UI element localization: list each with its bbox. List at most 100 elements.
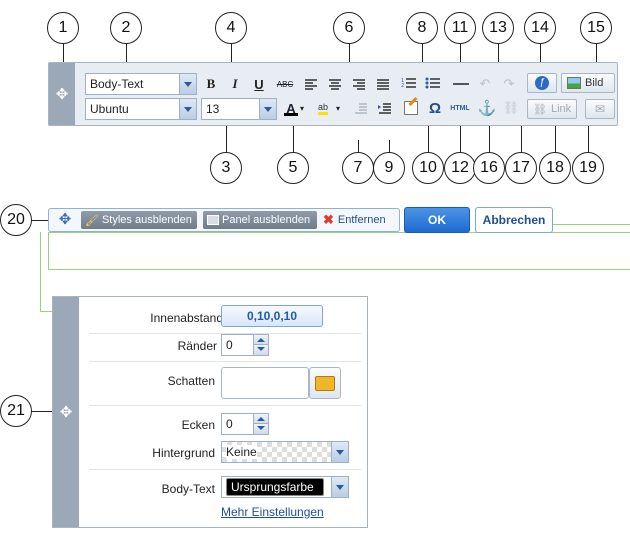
callout-5: 5 — [277, 152, 309, 184]
cancel-button[interactable]: Abbrechen — [475, 207, 553, 233]
align-justify-icon[interactable] — [373, 74, 393, 94]
callout-13: 13 — [482, 12, 514, 44]
corners-label: Ecken — [181, 418, 215, 432]
close-icon: ✖ — [323, 212, 334, 227]
move-icon[interactable]: ✥ — [55, 211, 75, 229]
flash-button[interactable]: ƒ — [527, 73, 557, 93]
chevron-down-icon — [179, 99, 196, 119]
hide-styles-label: Styles ausblenden — [101, 214, 192, 226]
bold-button[interactable]: B — [201, 74, 221, 94]
callout-7: 7 — [342, 152, 374, 184]
callout-16: 16 — [473, 152, 505, 184]
folder-button[interactable] — [309, 367, 341, 399]
move-icon[interactable]: ✥ — [49, 63, 75, 125]
callout-9: 9 — [373, 152, 405, 184]
highlight-icon: ab — [317, 102, 328, 115]
hide-styles-button[interactable]: 🖌 Styles ausblenden — [81, 211, 197, 229]
spin-down-icon[interactable] — [253, 344, 268, 355]
underline-button[interactable]: U — [249, 74, 269, 94]
link-icon: ⛓ — [533, 103, 547, 116]
unlink-icon[interactable]: ⛓ — [501, 98, 521, 118]
callout-21: 21 — [0, 395, 32, 427]
style-panel: ✥ Innenabstand 0,10,0,10 Ränder 0 Schatt… — [52, 296, 368, 528]
callout-15: 15 — [580, 12, 612, 44]
image-icon — [567, 77, 581, 89]
font-family-select[interactable]: Ubuntu — [85, 98, 197, 120]
more-settings-link[interactable]: Mehr Einstellungen — [221, 505, 324, 519]
callout-18: 18 — [539, 152, 571, 184]
undo-icon[interactable]: ↶ — [475, 74, 495, 94]
outdent-icon[interactable] — [351, 98, 371, 118]
italic-button[interactable]: I — [225, 74, 245, 94]
chevron-down-icon — [331, 477, 348, 497]
background-label: Hintergrund — [152, 446, 215, 460]
bodytext-color-value: Ursprungsfarbe — [226, 478, 324, 496]
spin-down-icon[interactable] — [253, 423, 268, 434]
background-value: Keine — [226, 445, 257, 459]
anchor-icon[interactable]: ⚓ — [477, 98, 497, 118]
envelope-icon: ✉ — [594, 102, 606, 116]
panel-icon — [207, 215, 219, 225]
font-family-value: Ubuntu — [90, 102, 129, 116]
action-bar: ✥ 🖌 Styles ausblenden Panel ausblenden ✖… — [48, 208, 400, 232]
callout-8: 8 — [406, 12, 438, 44]
ok-button[interactable]: OK — [404, 207, 470, 233]
remove-button[interactable]: ✖ Entfernen — [323, 211, 386, 229]
hide-panel-label: Panel ausblenden — [222, 214, 311, 226]
callout-4: 4 — [215, 12, 247, 44]
folder-icon — [315, 375, 335, 391]
bodytext-label: Body-Text — [161, 482, 215, 496]
text-color-dropdown-icon[interactable]: ▾ — [297, 98, 307, 118]
svg-text:2: 2 — [401, 83, 404, 89]
image-button[interactable]: Bild — [561, 73, 615, 93]
html-button[interactable]: HTML — [447, 98, 473, 118]
highlight-color-button[interactable]: ab — [313, 98, 333, 118]
paragraph-style-select[interactable]: Body-Text — [85, 73, 197, 95]
corners-stepper[interactable]: 0 — [221, 413, 269, 435]
strikethrough-button[interactable]: ABC — [275, 74, 295, 94]
bodytext-color-select[interactable]: Ursprungsfarbe — [221, 476, 349, 498]
callout-17: 17 — [505, 152, 537, 184]
text-color-swatch — [284, 112, 298, 116]
shadow-label: Schatten — [167, 374, 215, 388]
borders-label: Ränder — [177, 339, 217, 353]
font-size-select[interactable]: 13 — [201, 98, 277, 120]
callout-20: 20 — [0, 204, 32, 236]
callout-2: 2 — [110, 12, 142, 44]
callout-1: 1 — [47, 12, 79, 44]
horizontal-rule-icon[interactable] — [451, 74, 471, 94]
indent-icon[interactable] — [375, 98, 395, 118]
editor-toolbar: ✥ Body-Text Ubuntu B I U ABC 12 ↶ ↷ ƒ Bi… — [48, 62, 618, 126]
email-button[interactable]: ✉ — [585, 99, 615, 119]
chevron-down-icon — [179, 74, 196, 94]
font-size-value: 13 — [206, 102, 220, 116]
padding-field[interactable]: 0,10,0,10 — [221, 305, 323, 327]
align-right-icon[interactable] — [349, 74, 369, 94]
link-button-label: Link — [550, 103, 572, 115]
chevron-down-icon — [259, 99, 276, 119]
align-center-icon[interactable] — [325, 74, 345, 94]
background-select[interactable]: Keine — [221, 441, 349, 463]
callout-19: 19 — [572, 152, 604, 184]
link-button[interactable]: ⛓ Link — [527, 99, 577, 119]
ordered-list-icon[interactable]: 12 — [399, 74, 419, 94]
image-button-label: Bild — [585, 77, 604, 89]
align-left-icon[interactable] — [301, 74, 321, 94]
brush-icon: 🖌 — [85, 214, 99, 227]
callout-6: 6 — [333, 12, 365, 44]
corners-value: 0 — [226, 417, 233, 431]
callout-3: 3 — [210, 152, 242, 184]
highlight-dropdown-icon[interactable]: ▾ — [333, 98, 343, 118]
chevron-down-icon — [331, 442, 348, 462]
redo-icon[interactable]: ↷ — [499, 74, 519, 94]
callout-12: 12 — [444, 152, 476, 184]
hide-panel-button[interactable]: Panel ausblenden — [203, 211, 317, 229]
special-char-button[interactable]: Ω — [425, 98, 445, 118]
borders-stepper[interactable]: 0 — [221, 334, 269, 356]
callout-14: 14 — [524, 12, 556, 44]
callout-11: 11 — [444, 12, 476, 44]
remove-label: Entfernen — [337, 214, 386, 226]
shadow-field[interactable] — [221, 367, 309, 399]
unordered-list-icon[interactable] — [423, 74, 443, 94]
edit-source-icon[interactable] — [401, 96, 421, 118]
